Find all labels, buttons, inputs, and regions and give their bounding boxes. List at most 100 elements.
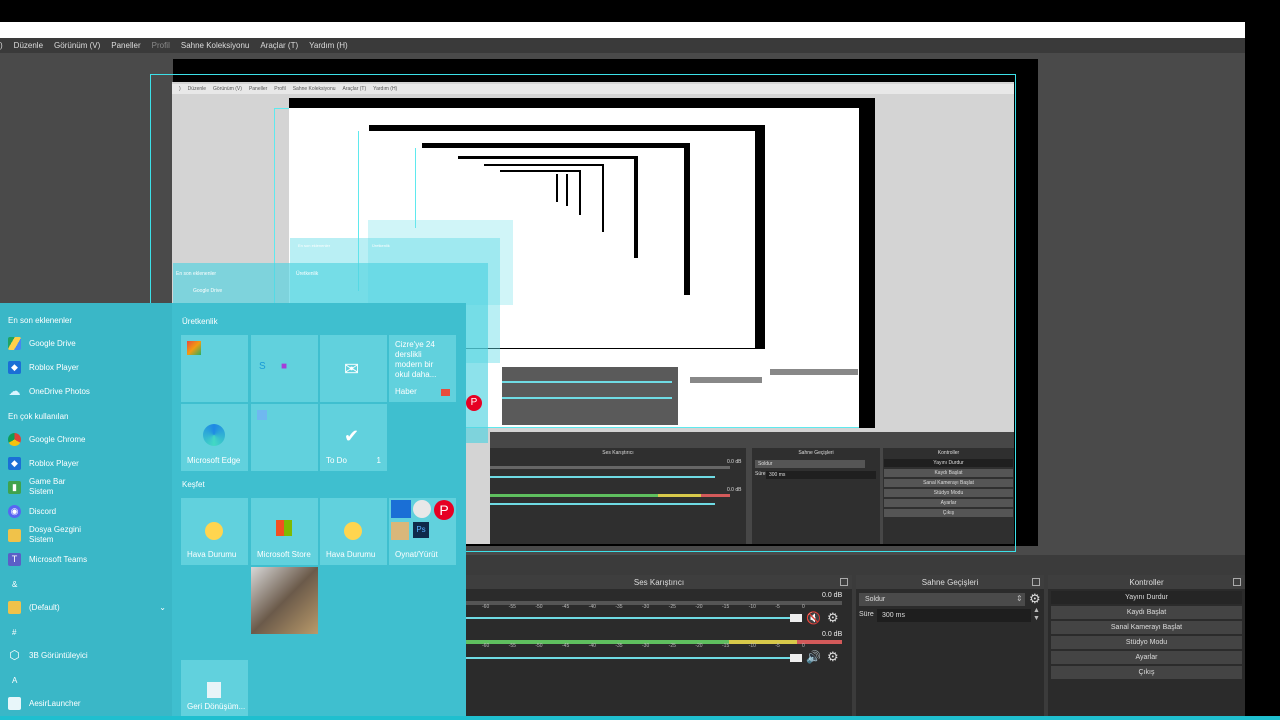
inner-audio-title: Ses Karıştırıcı [602,450,634,456]
inner-menu-item: Profil [274,86,286,92]
nested-meter [502,397,672,399]
menu-item[interactable]: Görünüm (V) [54,41,100,50]
app-game-bar[interactable]: ▮ Game Bar Sistem [8,477,65,497]
meter-tick-label: -10 [748,604,756,610]
app-file-explorer[interactable]: Dosya Gezgini Sistem [8,525,81,545]
nested-outline [274,108,289,109]
avatar [413,500,431,518]
roblox-icon: ◆ [8,457,21,470]
app-onedrive-photos[interactable]: ☁ OneDrive Photos [8,385,90,398]
tile-news[interactable]: Cizre'ye 24 derslikli modern bir okul da… [389,335,456,402]
productivity-header: Üretkenlik [182,317,218,326]
taskbar-edge [0,716,1280,720]
inner-menu-item: Paneller [248,86,268,92]
tile-todo[interactable]: ✔ To Do 1 [320,404,387,471]
tile-play[interactable]: P Ps Oynat/Yürüt [389,498,456,565]
letter-header-hash[interactable]: # [12,628,16,637]
tile-recycle-bin[interactable]: Geri Dönüşüm... [181,660,248,717]
inner-menu-item: Yardım (H) [373,86,398,92]
studio-mode-button[interactable]: Stüdyo Modu [1051,636,1242,649]
start-recording-button[interactable]: Kaydı Başlat [1051,606,1242,619]
pinterest-icon: P [434,500,454,520]
menu-item[interactable]: ) [0,41,3,50]
tile-photo-collage[interactable] [251,567,318,634]
menu-item[interactable]: Yardım (H) [309,41,348,50]
menu-item: Profil [151,41,170,50]
app-google-chrome[interactable]: Google Chrome [8,433,85,446]
meter-tick-label: -60 [482,604,490,610]
todo-count-badge: 1 [376,456,381,465]
inner-db1: 0.0 dB [727,459,742,465]
gear-icon[interactable]: ⚙ [1029,591,1041,607]
duration-input[interactable]: 300 ms [877,609,1031,622]
obs-menubar: ) Düzenle Görünüm (V) Paneller Profil Sahne K… [0,38,1245,53]
tile-mail[interactable]: ✉ [320,335,387,402]
tile-office[interactable] [181,335,248,402]
settings-button[interactable]: Ayarlar [1051,651,1242,664]
folder-icon [8,528,21,542]
inner-meter [490,494,730,497]
letter-header-a[interactable]: A [12,676,17,685]
start-virtual-camera-button[interactable]: Sanal Kamerayı Başlat [1051,621,1242,634]
menu-item[interactable]: Sahne Koleksiyonu [181,41,250,50]
duration-label: Süre [859,611,874,618]
tile-label: Microsoft Store [257,550,311,559]
app-sublabel: Sistem [29,487,54,496]
edge-icon [203,424,225,446]
undock-icon[interactable] [1233,578,1241,586]
app-roblox-player[interactable]: ◆ Roblox Player [8,361,79,374]
undock-icon[interactable] [1032,578,1040,586]
store-icon [276,520,292,536]
app-aesir-launcher[interactable]: AesirLauncher [8,697,81,710]
ghost-recent-header: En son eklenenler [176,271,217,277]
inner-db2: 0.0 dB [727,487,742,493]
speaker-icon[interactable]: 🔊 [806,650,821,664]
app-discord[interactable]: ◉ Discord [8,505,56,518]
meter-tick-label: -35 [615,643,623,649]
app-label: Microsoft Teams [29,555,88,564]
meter-tick-label: -25 [668,604,676,610]
audio-mixer-header: Ses Karıştırıcı [466,575,852,589]
spin-arrows-icon[interactable]: ▲ ▼ [1033,607,1040,623]
app-default-folder[interactable]: (Default) ⌄ [8,601,166,614]
chrome-icon [8,433,21,446]
explore-header: Keşfet [182,480,205,489]
tile-weather-2[interactable]: Hava Durumu [320,498,387,565]
app-label: Roblox Player [29,363,79,372]
sun-icon [205,522,223,540]
transition-select[interactable]: Soldur [859,593,1025,606]
letter-header-amp[interactable]: & [12,580,17,589]
inner-transitions-title: Sahne Geçişleri [798,450,834,456]
stop-stream-button[interactable]: Yayını Durdur [1051,591,1242,604]
app-roblox-player-2[interactable]: ◆ Roblox Player [8,457,79,470]
exit-button[interactable]: Çıkış [1051,666,1242,679]
muted-speaker-icon[interactable]: 🔇 [806,611,821,625]
app-3d-viewer[interactable]: ⬡ 3B Görüntüleyici [8,649,87,662]
skype-icon: S [259,361,266,372]
tile-photos[interactable] [251,404,318,471]
gear-icon[interactable]: ⚙ [827,610,839,626]
tile-edge[interactable]: Microsoft Edge [181,404,248,471]
undock-icon[interactable] [840,578,848,586]
window-titlebar [0,22,1245,38]
meter-tick-label: -35 [615,604,623,610]
menu-item[interactable]: Düzenle [14,41,43,50]
tile-weather-1[interactable]: Hava Durumu [181,498,248,565]
menu-item[interactable]: Paneller [111,41,140,50]
menu-item[interactable]: Araçlar (T) [260,41,298,50]
scene-transitions-header: Sahne Geçişleri [856,575,1044,589]
meter-tick-label: -40 [588,604,596,610]
app-microsoft-teams[interactable]: T Microsoft Teams [8,553,87,566]
inner-control-button: Stüdyo Modu [884,489,1013,497]
app-google-drive[interactable]: Google Drive [8,337,76,350]
track2-fader-handle[interactable] [790,654,802,662]
tile-store[interactable]: Microsoft Store [251,498,318,565]
track1-fader-handle[interactable] [790,614,802,622]
inner-menu-item: ) [179,86,181,92]
inner-menu-item: Sahne Koleksiyonu [292,86,336,92]
tile-app-group[interactable]: S ■ [251,335,318,402]
app-sublabel: Sistem [29,535,54,544]
gear-icon[interactable]: ⚙ [827,649,839,665]
meter-tick-label: -5 [775,604,780,610]
aesir-icon [8,697,21,710]
